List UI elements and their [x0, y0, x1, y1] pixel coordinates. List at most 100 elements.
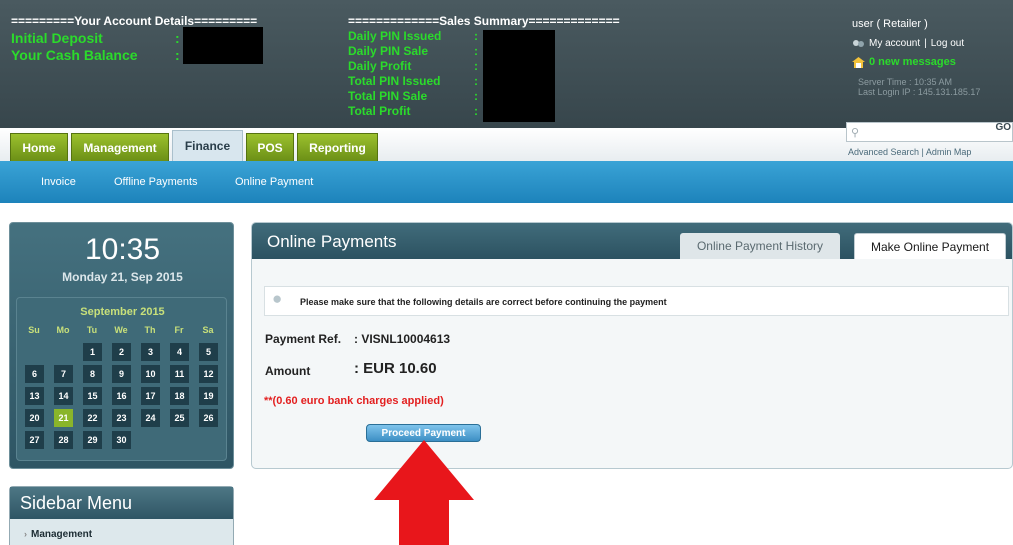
calendar-day[interactable]: 27	[25, 431, 44, 449]
confirmation-notice: ● Please make sure that the following de…	[264, 286, 1009, 316]
calendar-weekday: Mo	[56, 325, 70, 335]
sidebar-title: Sidebar Menu	[10, 487, 233, 519]
calendar-day[interactable]: 2	[112, 343, 131, 361]
chevron-right-icon: ›	[24, 529, 27, 539]
sidebar-item-label: Management	[31, 529, 93, 540]
tab-finance[interactable]: Finance	[172, 130, 243, 161]
sales-label: Daily Profit	[348, 59, 412, 73]
calendar-day[interactable]: 9	[112, 365, 131, 383]
calendar-day[interactable]: 10	[141, 365, 160, 383]
search-input[interactable]: ⚲	[846, 122, 1013, 142]
calendar-day[interactable]: 24	[141, 409, 160, 427]
calendar-day[interactable]: 17	[141, 387, 160, 405]
red-arrow-annotation	[374, 440, 474, 545]
calendar-day[interactable]: 3	[141, 343, 160, 361]
initial-deposit-label: Initial Deposit	[11, 30, 103, 46]
calendar-day[interactable]: 19	[199, 387, 218, 405]
home-mail-icon	[852, 56, 865, 68]
sales-summary-title: =============Sales Summary=============	[348, 14, 620, 28]
calendar-day[interactable]: 8	[83, 365, 102, 383]
calendar-day[interactable]: 28	[54, 431, 73, 449]
messages-label: 0 new messages	[869, 56, 956, 68]
amount-value: : EUR 10.60	[354, 360, 437, 377]
calendar-day[interactable]: 12	[199, 365, 218, 383]
calendar-day[interactable]: 1	[83, 343, 102, 361]
sales-label: Total PIN Sale	[348, 89, 428, 103]
last-login-ip: Last Login IP : 145.131.185.17	[858, 87, 981, 97]
tab-management[interactable]: Management	[71, 133, 169, 161]
search-icon: ⚲	[851, 127, 860, 139]
tab-online-payment-history[interactable]: Online Payment History	[680, 233, 840, 259]
sales-label: Total Profit	[348, 104, 411, 118]
messages-link[interactable]: 0 new messages	[852, 56, 956, 68]
sales-label: Total PIN Issued	[348, 74, 441, 88]
sidebar-menu: Sidebar Menu › Management	[9, 486, 234, 545]
speech-bubble-icon: ●	[272, 289, 283, 308]
calendar-day[interactable]: 13	[25, 387, 44, 405]
cash-balance-label: Your Cash Balance	[11, 47, 138, 63]
payment-ref-value: : VISNL10004613	[354, 332, 451, 346]
calendar-day[interactable]: 26	[199, 409, 218, 427]
calendar-day[interactable]: 22	[83, 409, 102, 427]
calendar-day[interactable]: 15	[83, 387, 102, 405]
calendar-day[interactable]: 23	[112, 409, 131, 427]
calendar-day[interactable]: 16	[112, 387, 131, 405]
server-time: Server Time : 10:35 AM	[858, 77, 953, 87]
calendar-day[interactable]: 4	[170, 343, 189, 361]
subnav-online-payment[interactable]: Online Payment	[235, 176, 313, 188]
online-payments-panel: Online Payments Online Payment History M…	[251, 222, 1013, 469]
calendar-weekday: Su	[28, 325, 40, 335]
calendar-day[interactable]: 21	[54, 409, 73, 427]
clock-widget: 10:35 Monday 21, Sep 2015 September 2015…	[9, 222, 234, 469]
payment-ref-label: Payment Ref.	[265, 332, 342, 346]
top-header: =========Your Account Details========= I…	[0, 0, 1013, 128]
calendar-day[interactable]: 14	[54, 387, 73, 405]
server-info: Server Time : 10:35 AM Last Login IP : 1…	[858, 77, 980, 97]
tab-reporting[interactable]: Reporting	[297, 133, 378, 161]
amount-label: Amount	[265, 364, 311, 378]
cash-balance-colon: :	[175, 47, 180, 63]
sales-label-colon: :	[474, 89, 478, 103]
clock-date: Monday 21, Sep 2015	[62, 270, 183, 284]
calendar-day[interactable]: 5	[199, 343, 218, 361]
my-account-link[interactable]: My account	[869, 38, 920, 49]
sales-label-colon: :	[474, 74, 478, 88]
calendar-day[interactable]: 20	[25, 409, 44, 427]
subnav-invoice[interactable]: Invoice	[41, 176, 76, 188]
tab-pos[interactable]: POS	[246, 133, 294, 161]
user-panel: user ( Retailer ) My account | Log out 0…	[840, 0, 1013, 128]
bank-charges-note: **(0.60 euro bank charges applied)	[264, 395, 444, 407]
calendar-day[interactable]: 6	[25, 365, 44, 383]
calendar-month: September 2015	[80, 306, 165, 318]
calendar-day[interactable]: 18	[170, 387, 189, 405]
sales-label: Daily PIN Sale	[348, 44, 429, 58]
account-details-title: =========Your Account Details=========	[11, 14, 258, 28]
search-area: ⚲ GO Advanced Search | Admin Map	[846, 120, 1013, 160]
calendar-day[interactable]: 29	[83, 431, 102, 449]
panel-title: Online Payments	[267, 232, 397, 251]
sales-label-colon: :	[474, 44, 478, 58]
tab-home[interactable]: Home	[10, 133, 68, 161]
account-values-redacted	[183, 27, 263, 64]
calendar-weekday: Fr	[174, 325, 184, 335]
initial-deposit-colon: :	[175, 30, 180, 46]
tab-make-online-payment[interactable]: Make Online Payment	[854, 233, 1006, 259]
search-go-button[interactable]: GO	[995, 122, 1011, 133]
account-links: My account | Log out	[852, 38, 964, 49]
notice-text: Please make sure that the following deta…	[300, 297, 667, 307]
panel-header: Online Payments Online Payment History M…	[252, 223, 1012, 259]
sales-label: Daily PIN Issued	[348, 29, 442, 43]
search-links[interactable]: Advanced Search | Admin Map	[848, 147, 971, 157]
calendar-weekday: We	[114, 325, 128, 335]
calendar-day[interactable]: 7	[54, 365, 73, 383]
calendar-day[interactable]: 30	[112, 431, 131, 449]
sales-values-redacted	[483, 30, 555, 122]
sidebar-item-management[interactable]: › Management	[24, 529, 92, 540]
subnav-offline-payments[interactable]: Offline Payments	[114, 176, 198, 188]
calendar-weekday: Th	[144, 325, 156, 335]
user-role: user ( Retailer )	[852, 18, 928, 30]
logout-link[interactable]: Log out	[931, 38, 964, 49]
calendar-day[interactable]: 11	[170, 365, 189, 383]
finance-subnav: Invoice Offline Payments Online Payment	[0, 161, 1013, 203]
calendar-day[interactable]: 25	[170, 409, 189, 427]
